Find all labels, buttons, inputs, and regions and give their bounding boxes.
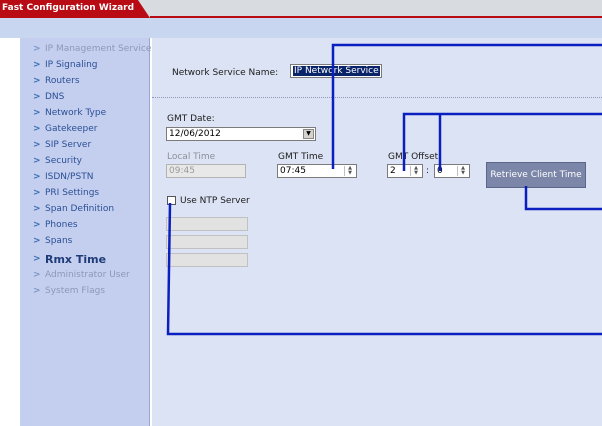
chevron-right-icon: >: [33, 204, 41, 214]
sidebar-item-label: Spans: [45, 236, 73, 246]
chevron-right-icon: >: [33, 254, 41, 264]
sidebar-item-network-type[interactable]: > Network Type: [20, 106, 150, 122]
sidebar-item-administrator-user[interactable]: > Administrator User: [20, 268, 150, 284]
gmt-time-value: 07:45: [280, 166, 306, 176]
spin-arrows-icon[interactable]: ▲ ▼: [457, 166, 468, 176]
gmt-offset-minutes-value: 0: [437, 166, 443, 176]
sidebar-item-label: DNS: [45, 92, 65, 102]
sidebar-item-phones[interactable]: > Phones: [20, 218, 150, 234]
chevron-right-icon: >: [33, 286, 41, 296]
sidebar-item-label: System Flags: [45, 286, 106, 296]
chevron-right-icon: >: [33, 188, 41, 198]
sidebar-item-label: ISDN/PSTN: [45, 172, 94, 182]
sidebar-item-pri-settings[interactable]: > PRI Settings: [20, 186, 150, 202]
gmt-date-dropdown[interactable]: 12/06/2012 ▼: [166, 127, 316, 141]
sidebar-item-label: Phones: [45, 220, 78, 230]
gmt-offset-separator: :: [426, 166, 430, 176]
sidebar-item-rmx-time[interactable]: > Rmx Time: [20, 252, 150, 268]
header-band: [0, 18, 602, 38]
spin-arrows-icon[interactable]: ▲ ▼: [410, 166, 421, 176]
use-ntp-label: Use NTP Server: [180, 196, 250, 206]
chevron-right-icon: >: [33, 60, 41, 70]
chevron-right-icon: >: [33, 124, 41, 134]
sidebar-item-label: Gatekeeper: [45, 124, 98, 134]
sidebar-item-label: Rmx Time: [45, 253, 107, 266]
chevron-right-icon: >: [33, 270, 41, 280]
gmt-offset-label: GMT Offset: [388, 152, 439, 162]
title-bar: Fast Configuration Wizard: [0, 0, 602, 18]
ntp-server-3-field[interactable]: [166, 253, 248, 267]
sidebar-item-system-flags[interactable]: > System Flags: [20, 284, 150, 300]
local-time-value: 09:45: [169, 166, 195, 176]
sidebar-item-span-definition[interactable]: > Span Definition: [20, 202, 150, 218]
gmt-date-label: GMT Date:: [167, 114, 215, 124]
sidebar-item-label: Administrator User: [45, 270, 130, 280]
spin-arrows-icon[interactable]: ▲ ▼: [344, 166, 355, 176]
gmt-offset-hours-value: 2: [390, 166, 396, 176]
rmx-time-panel: Network Service Name: IP Network Service…: [152, 38, 602, 426]
local-time-label: Local Time: [167, 152, 216, 162]
gmt-date-value: 12/06/2012: [169, 129, 221, 139]
sidebar-item-label: PRI Settings: [45, 188, 100, 198]
sidebar-item-label: SIP Server: [45, 140, 92, 150]
sidebar-item-label: Security: [45, 156, 82, 166]
sidebar-item-isdn-pstn[interactable]: > ISDN/PSTN: [20, 170, 150, 186]
chevron-right-icon: >: [33, 220, 41, 230]
sidebar-item-label: Routers: [45, 76, 80, 86]
sidebar-item-dns[interactable]: > DNS: [20, 90, 150, 106]
sidebar-item-routers[interactable]: > Routers: [20, 74, 150, 90]
network-service-name-label: Network Service Name:: [172, 68, 279, 78]
gmt-offset-minutes-stepper[interactable]: 0 ▲ ▼: [434, 164, 470, 178]
chevron-right-icon: >: [33, 156, 41, 166]
sidebar-item-spans[interactable]: > Spans: [20, 234, 150, 250]
chevron-right-icon: >: [33, 108, 41, 118]
retrieve-client-time-button[interactable]: Retrieve Client Time: [486, 162, 586, 188]
ntp-server-1-field[interactable]: [166, 217, 248, 231]
chevron-right-icon: >: [33, 76, 41, 86]
network-service-name-field[interactable]: IP Network Service: [290, 64, 382, 78]
sidebar-item-gatekeeper[interactable]: > Gatekeeper: [20, 122, 150, 138]
sidebar-item-ip-management-service[interactable]: > IP Management Service: [20, 42, 152, 58]
use-ntp-checkbox[interactable]: [167, 196, 176, 205]
window-title: Fast Configuration Wizard: [2, 3, 135, 13]
network-service-section: Network Service Name: IP Network Service: [152, 38, 602, 98]
chevron-right-icon: >: [33, 140, 41, 150]
ntp-server-2-field[interactable]: [166, 235, 248, 249]
network-service-name-value: IP Network Service: [293, 66, 380, 76]
gmt-offset-hours-stepper[interactable]: 2 ▲ ▼: [387, 164, 423, 178]
gmt-time-label: GMT Time: [278, 152, 324, 162]
sidebar-item-security[interactable]: > Security: [20, 154, 150, 170]
sidebar-item-label: IP Signaling: [45, 60, 98, 70]
sidebar-item-label: Network Type: [45, 108, 107, 118]
chevron-right-icon: >: [33, 44, 41, 54]
chevron-right-icon: >: [33, 92, 41, 102]
sidebar-item-label: Span Definition: [45, 204, 115, 214]
chevron-down-icon[interactable]: ▼: [303, 129, 314, 139]
sidebar-item-ip-signaling[interactable]: > IP Signaling: [20, 58, 150, 74]
chevron-right-icon: >: [33, 172, 41, 182]
sidebar-item-sip-server[interactable]: > SIP Server: [20, 138, 150, 154]
wizard-sidebar: > IP Management Service > IP Signaling >…: [20, 38, 152, 426]
gmt-time-stepper[interactable]: 07:45 ▲ ▼: [277, 164, 357, 178]
chevron-right-icon: >: [33, 236, 41, 246]
sidebar-item-label: IP Management Service: [45, 44, 152, 54]
local-time-field: 09:45: [166, 164, 246, 178]
